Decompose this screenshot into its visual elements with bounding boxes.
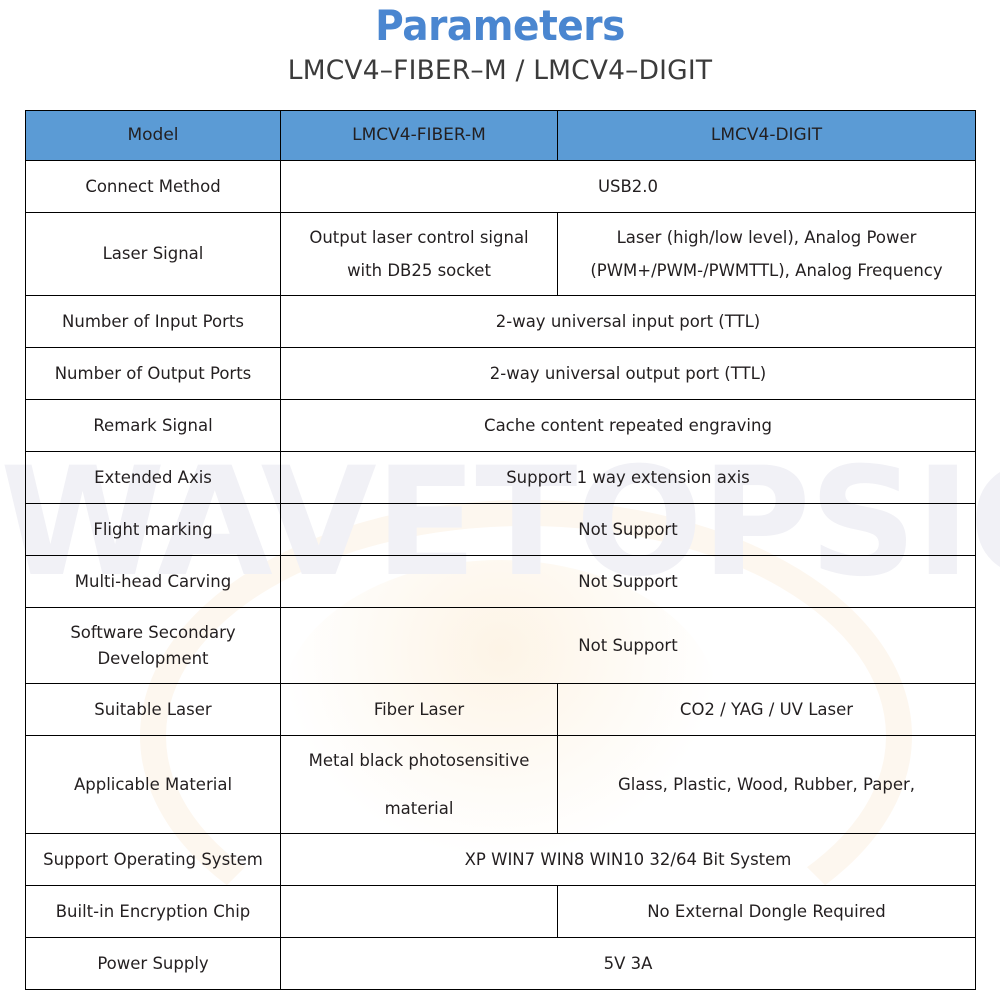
table-row: Laser Signal Output laser control signal… xyxy=(25,212,976,296)
row-value-shared: Support 1 way extension axis xyxy=(280,451,976,504)
column-header-digit: LMCV4-DIGIT xyxy=(557,110,976,161)
cell-line: with DB25 socket xyxy=(347,260,491,280)
table-row: Suitable Laser Fiber Laser CO2 / YAG / U… xyxy=(25,683,976,736)
row-value-shared: USB2.0 xyxy=(280,160,976,213)
table-row: Applicable Material Metal black photosen… xyxy=(25,735,976,834)
cell-line: Metal black photosensitive xyxy=(308,750,530,770)
row-value-fiber: Metal black photosensitive material xyxy=(280,735,558,834)
row-value-fiber: Fiber Laser xyxy=(280,683,558,736)
row-value-shared: 2-way universal output port (TTL) xyxy=(280,347,976,400)
row-value-shared: 5V 3A xyxy=(280,937,976,990)
cell-line: Software Secondary xyxy=(70,622,236,642)
column-header-model: Model xyxy=(25,110,281,161)
row-label: Remark Signal xyxy=(25,399,281,452)
table-row: Extended Axis Support 1 way extension ax… xyxy=(25,451,976,504)
row-label: Support Operating System xyxy=(25,833,281,886)
table-row: Number of Input Ports 2-way universal in… xyxy=(25,295,976,348)
row-value-shared: Cache content repeated engraving xyxy=(280,399,976,452)
row-value-digit: Glass, Plastic, Wood, Rubber, Paper, xyxy=(557,735,976,834)
row-value-digit: CO2 / YAG / UV Laser xyxy=(557,683,976,736)
table-row: Support Operating System XP WIN7 WIN8 WI… xyxy=(25,833,976,886)
column-header-fiber-m: LMCV4-FIBER-M xyxy=(280,110,558,161)
row-label: Number of Input Ports xyxy=(25,295,281,348)
row-label: Suitable Laser xyxy=(25,683,281,736)
table-row: Flight marking Not Support xyxy=(25,503,976,556)
cell-line: (PWM+/PWM-/PWMTTL), Analog Frequency xyxy=(590,260,943,280)
row-label: Flight marking xyxy=(25,503,281,556)
row-label: Applicable Material xyxy=(25,735,281,834)
row-label: Extended Axis xyxy=(25,451,281,504)
table-header-row: Model LMCV4-FIBER-M LMCV4-DIGIT xyxy=(25,110,976,161)
row-value-shared: Not Support xyxy=(280,607,976,684)
specifications-table: Model LMCV4-FIBER-M LMCV4-DIGIT Connect … xyxy=(25,110,976,990)
table-row: Software Secondary Development Not Suppo… xyxy=(25,607,976,684)
table-row: Number of Output Ports 2-way universal o… xyxy=(25,347,976,400)
row-value-shared: XP WIN7 WIN8 WIN10 32/64 Bit System xyxy=(280,833,976,886)
row-label: Software Secondary Development xyxy=(25,607,281,684)
cell-line: Output laser control signal xyxy=(309,227,529,247)
row-label: Number of Output Ports xyxy=(25,347,281,400)
row-value-shared: Not Support xyxy=(280,555,976,608)
table-row: Power Supply 5V 3A xyxy=(25,937,976,990)
cell-line: material xyxy=(384,798,454,818)
page-subtitle: LMCV4–FIBER–M / LMCV4–DIGIT xyxy=(287,55,713,86)
row-value-fiber: Output laser control signal with DB25 so… xyxy=(280,212,558,296)
cell-line: Development xyxy=(97,648,209,668)
row-value-shared: 2-way universal input port (TTL) xyxy=(280,295,976,348)
row-value-shared: Not Support xyxy=(280,503,976,556)
page-header: Parameters LMCV4–FIBER–M / LMCV4–DIGIT xyxy=(0,0,1000,88)
row-label: Multi-head Carving xyxy=(25,555,281,608)
table-row: Connect Method USB2.0 xyxy=(25,160,976,213)
specifications-table-container: Model LMCV4-FIBER-M LMCV4-DIGIT Connect … xyxy=(25,110,976,990)
row-label: Connect Method xyxy=(25,160,281,213)
page-title: Parameters xyxy=(375,1,625,50)
row-label: Power Supply xyxy=(25,937,281,990)
table-row: Remark Signal Cache content repeated eng… xyxy=(25,399,976,452)
row-label: Laser Signal xyxy=(25,212,281,296)
cell-line: Laser (high/low level), Analog Power xyxy=(616,227,917,247)
table-row: Multi-head Carving Not Support xyxy=(25,555,976,608)
row-value-digit: Laser (high/low level), Analog Power (PW… xyxy=(557,212,976,296)
